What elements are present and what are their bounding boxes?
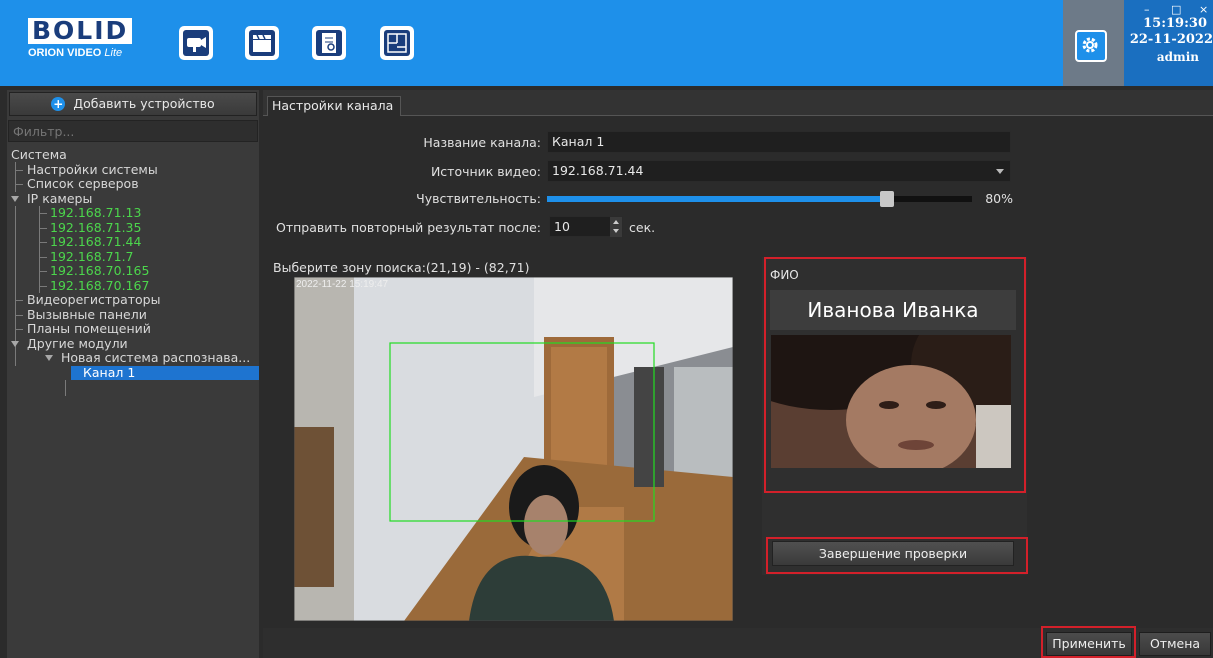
logo-subtitle-main: ORION VIDEO [28, 47, 102, 59]
tree-item-ip-cameras[interactable]: IP камеры [7, 190, 259, 207]
resend-unit: сек. [629, 220, 656, 235]
sensitivity-slider[interactable] [547, 191, 972, 207]
bolid-logo: BOLID ORION VIDEO Lite [28, 18, 148, 68]
report-icon[interactable] [312, 26, 346, 60]
tree-label: 192.168.71.13 [50, 205, 142, 220]
finish-check-button[interactable]: Завершение проверки [772, 541, 1014, 566]
tree-item-server-list[interactable]: Список серверов [7, 177, 259, 192]
clapperboard-icon[interactable] [245, 26, 279, 60]
camera-frame [294, 277, 733, 621]
channel-name-field[interactable]: Канал 1 [547, 131, 1011, 153]
settings-area [1063, 0, 1124, 86]
collapse-arrow-icon[interactable] [45, 355, 53, 361]
logo-subtitle-lite: Lite [104, 47, 123, 59]
maximize-icon[interactable]: □ [1171, 3, 1181, 16]
video-source-value: 192.168.71.44 [552, 163, 644, 178]
tree-item-camera[interactable]: 192.168.70.165 [7, 264, 259, 279]
tree-label: Новая система распознава... [61, 350, 251, 365]
video-preview[interactable]: 2022-11-22 15:19:47 [294, 277, 733, 621]
add-device-button[interactable]: + Добавить устройство [9, 92, 257, 116]
collapse-arrow-icon[interactable] [11, 340, 19, 347]
video-source-select[interactable]: 192.168.71.44 [547, 160, 1011, 182]
tree-label: Вызывные панели [27, 306, 147, 322]
cancel-button[interactable]: Отмена [1139, 632, 1211, 656]
device-tree-panel: + Добавить устройство Система Настройки с… [7, 90, 259, 658]
tree-item-system-settings[interactable]: Настройки системы [7, 161, 259, 178]
tree-label: Канал 1 [83, 364, 136, 380]
tree-item-channel[interactable]: Канал 1 [71, 364, 259, 380]
tree-label: Видеорегистраторы [27, 292, 161, 307]
clock-date: 22-11-2022 [1129, 32, 1213, 47]
tree-label: 192.168.71.35 [50, 219, 142, 235]
logo-wordmark: BOLID [28, 18, 133, 44]
channel-name-label: Название канала: [423, 135, 541, 150]
close-icon[interactable]: × [1199, 3, 1208, 16]
current-user: admin [1156, 50, 1199, 64]
tree-item-call-panels[interactable]: Вызывные панели [7, 306, 259, 323]
gear-icon[interactable] [1075, 30, 1107, 62]
tree-item-camera[interactable]: 192.168.71.13 [7, 206, 259, 221]
device-tree: Система Настройки системы Список серверо… [7, 148, 259, 396]
spin-arrows-icon[interactable] [610, 217, 622, 237]
tab-channel-settings[interactable]: Настройки канала [267, 96, 401, 116]
clock-panel: – □ × 15:19:30 22-11-2022 admin [1124, 0, 1213, 86]
floorplan-icon[interactable] [380, 26, 414, 60]
tree-label: 192.168.70.165 [50, 263, 150, 278]
resend-value: 10 [554, 219, 570, 234]
plus-icon: + [51, 96, 66, 111]
recognized-face-image [771, 335, 1011, 468]
video-source-label: Источник видео: [430, 164, 541, 179]
tree-label: Список серверов [27, 176, 139, 191]
sensitivity-fill [547, 196, 887, 202]
tree-item-recognition-system[interactable]: Новая система распознава... [7, 351, 259, 366]
add-device-label: Добавить устройство [73, 96, 215, 111]
tree-label: Настройки системы [27, 161, 158, 177]
tree-item-video-recorders[interactable]: Видеорегистраторы [7, 293, 259, 308]
resend-spinbox[interactable]: 10 [549, 216, 623, 237]
sensitivity-handle[interactable] [880, 191, 894, 207]
apply-button[interactable]: Применить [1046, 632, 1132, 656]
tree-label: 192.168.71.7 [50, 248, 134, 264]
video-timestamp: 2022-11-22 15:19:47 [296, 279, 389, 290]
tab-bar: Настройки канала [263, 90, 1213, 116]
tree-label: IP камеры [27, 190, 93, 206]
tree-item-camera[interactable]: 192.168.71.7 [7, 248, 259, 265]
tree-item-camera[interactable]: 192.168.71.44 [7, 235, 259, 250]
filter-input[interactable] [8, 120, 258, 142]
top-toolbar: BOLID ORION VIDEO Lite – □ × 15:19:30 22… [0, 0, 1213, 86]
logo-subtitle: ORION VIDEO Lite [28, 47, 148, 59]
clock-time: 15:19:30 [1143, 16, 1207, 31]
tree-label: Другие модули [27, 335, 128, 351]
tree-item-system[interactable]: Система [7, 148, 259, 163]
sensitivity-value: 80% [985, 191, 1013, 206]
tree-label: Планы помещений [27, 321, 151, 336]
tree-item-camera[interactable]: 192.168.70.167 [7, 277, 259, 294]
recognized-person-name: Иванова Иванка [770, 290, 1016, 330]
minimize-icon[interactable]: – [1144, 3, 1150, 16]
tree-item-camera[interactable]: 192.168.71.35 [7, 219, 259, 236]
tree-label: 192.168.71.44 [50, 234, 142, 249]
zone-label: Выберите зону поиска:(21,19) - (82,71) [273, 260, 530, 275]
chevron-down-icon [996, 169, 1004, 174]
camera-icon[interactable] [179, 26, 213, 60]
fio-label: ФИО [770, 268, 799, 282]
collapse-arrow-icon[interactable] [11, 195, 19, 202]
tree-item-floor-plans[interactable]: Планы помещений [7, 322, 259, 337]
tree-item-other-modules[interactable]: Другие модули [7, 335, 259, 352]
sensitivity-label: Чувствительность: [416, 191, 541, 206]
resend-label: Отправить повторный результат после: [276, 220, 541, 235]
tree-label: 192.168.70.167 [50, 277, 150, 293]
